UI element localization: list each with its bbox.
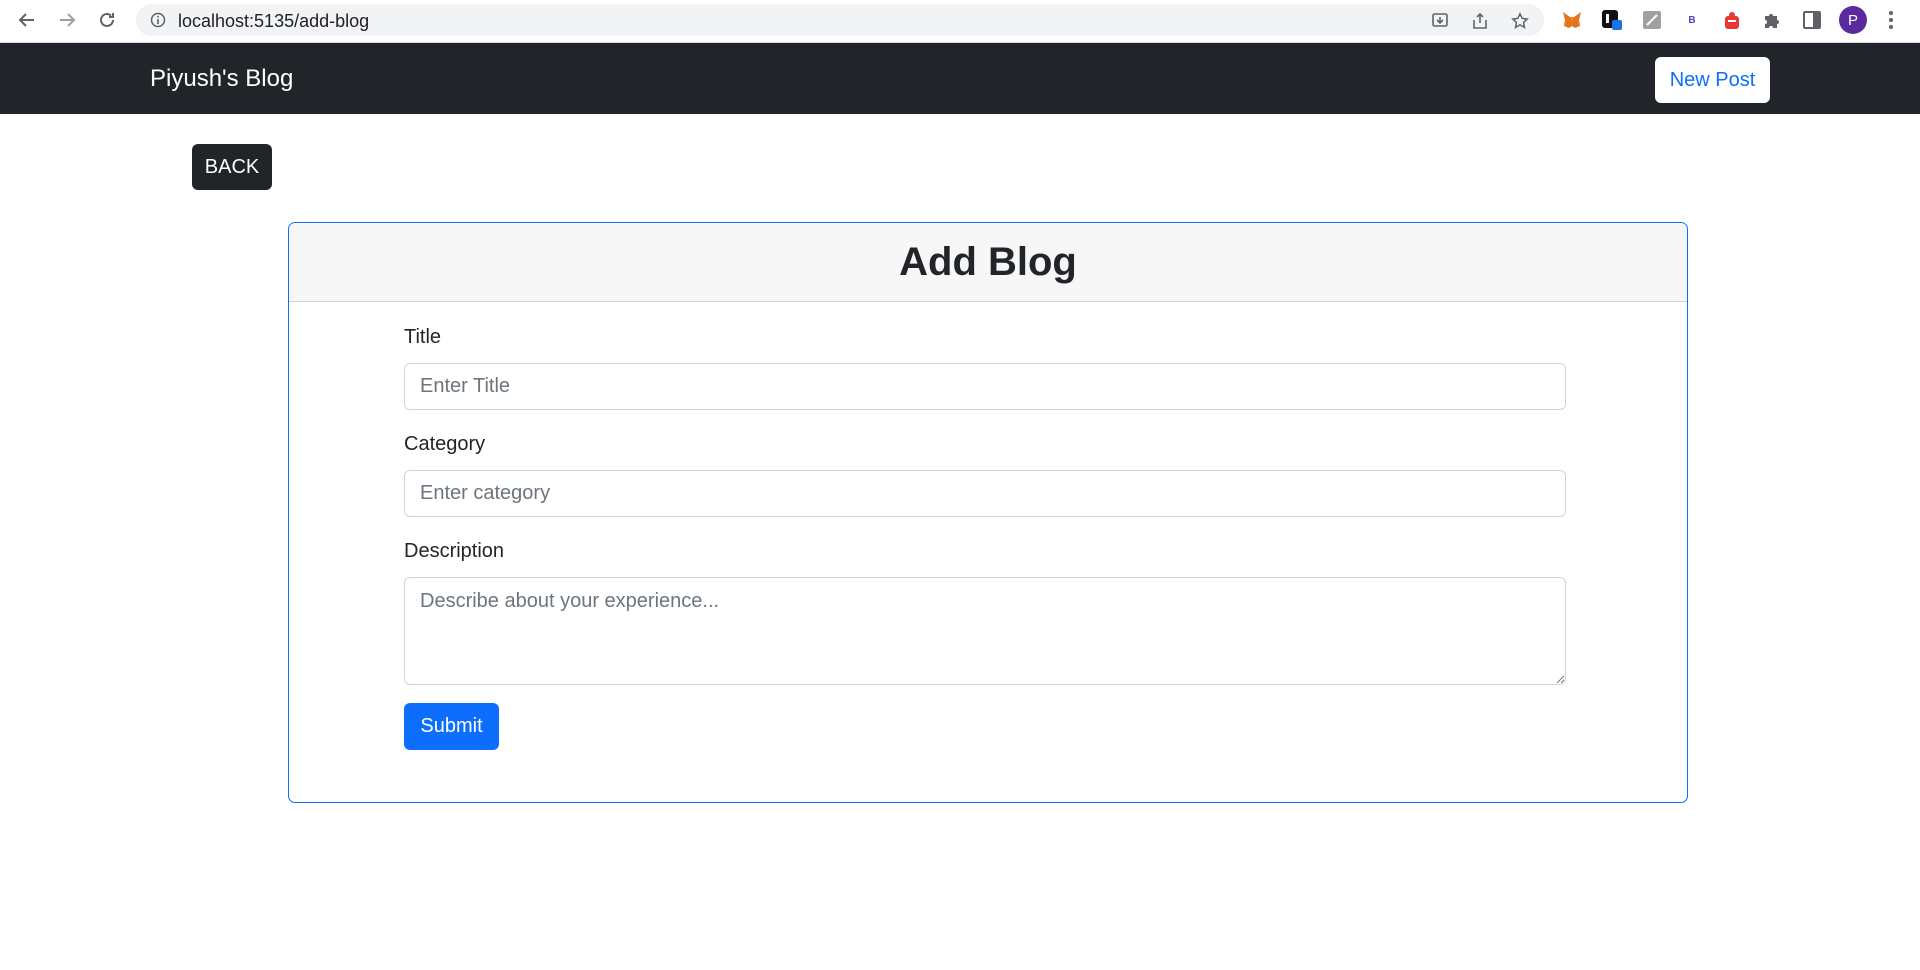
- category-input[interactable]: [404, 470, 1566, 517]
- extension-icon[interactable]: [1721, 9, 1743, 31]
- extension-icon[interactable]: [1601, 9, 1623, 31]
- reload-icon[interactable]: [94, 7, 120, 33]
- install-icon[interactable]: [1431, 12, 1449, 30]
- title-input[interactable]: [404, 363, 1566, 410]
- add-blog-card: Add Blog Title Category Description Subm…: [288, 222, 1688, 803]
- app-navbar: Piyush's Blog New Post: [0, 43, 1920, 114]
- extension-label: B: [1688, 14, 1696, 26]
- back-button[interactable]: BACK: [192, 144, 272, 190]
- url-text: localhost:5135/add-blog: [178, 11, 370, 31]
- extension-icon[interactable]: [1641, 9, 1663, 31]
- kebab-menu-icon[interactable]: [1884, 9, 1898, 31]
- site-info-icon[interactable]: [150, 12, 166, 28]
- browser-toolbar: localhost:5135/add-blog B P: [0, 0, 1920, 43]
- share-icon[interactable]: [1471, 12, 1489, 30]
- new-post-button[interactable]: New Post: [1655, 57, 1770, 103]
- avatar[interactable]: P: [1839, 6, 1867, 34]
- back-arrow-icon[interactable]: [14, 7, 40, 33]
- title-label: Title: [404, 326, 442, 348]
- bookmark-star-icon[interactable]: [1511, 12, 1529, 30]
- address-bar[interactable]: localhost:5135/add-blog: [136, 4, 1544, 36]
- metamask-fox-icon[interactable]: [1561, 9, 1583, 31]
- forward-arrow-icon[interactable]: [54, 7, 80, 33]
- extension-icon[interactable]: B: [1681, 9, 1703, 31]
- description-label: Description: [404, 540, 505, 562]
- submit-button[interactable]: Submit: [404, 703, 499, 750]
- category-label: Category: [404, 433, 486, 455]
- page-title: Add Blog: [899, 239, 1077, 284]
- side-panel-icon[interactable]: [1801, 9, 1823, 31]
- card-header: Add Blog: [289, 223, 1687, 302]
- description-textarea[interactable]: [404, 577, 1566, 685]
- brand-title[interactable]: Piyush's Blog: [150, 65, 293, 93]
- puzzle-extensions-icon[interactable]: [1761, 9, 1783, 31]
